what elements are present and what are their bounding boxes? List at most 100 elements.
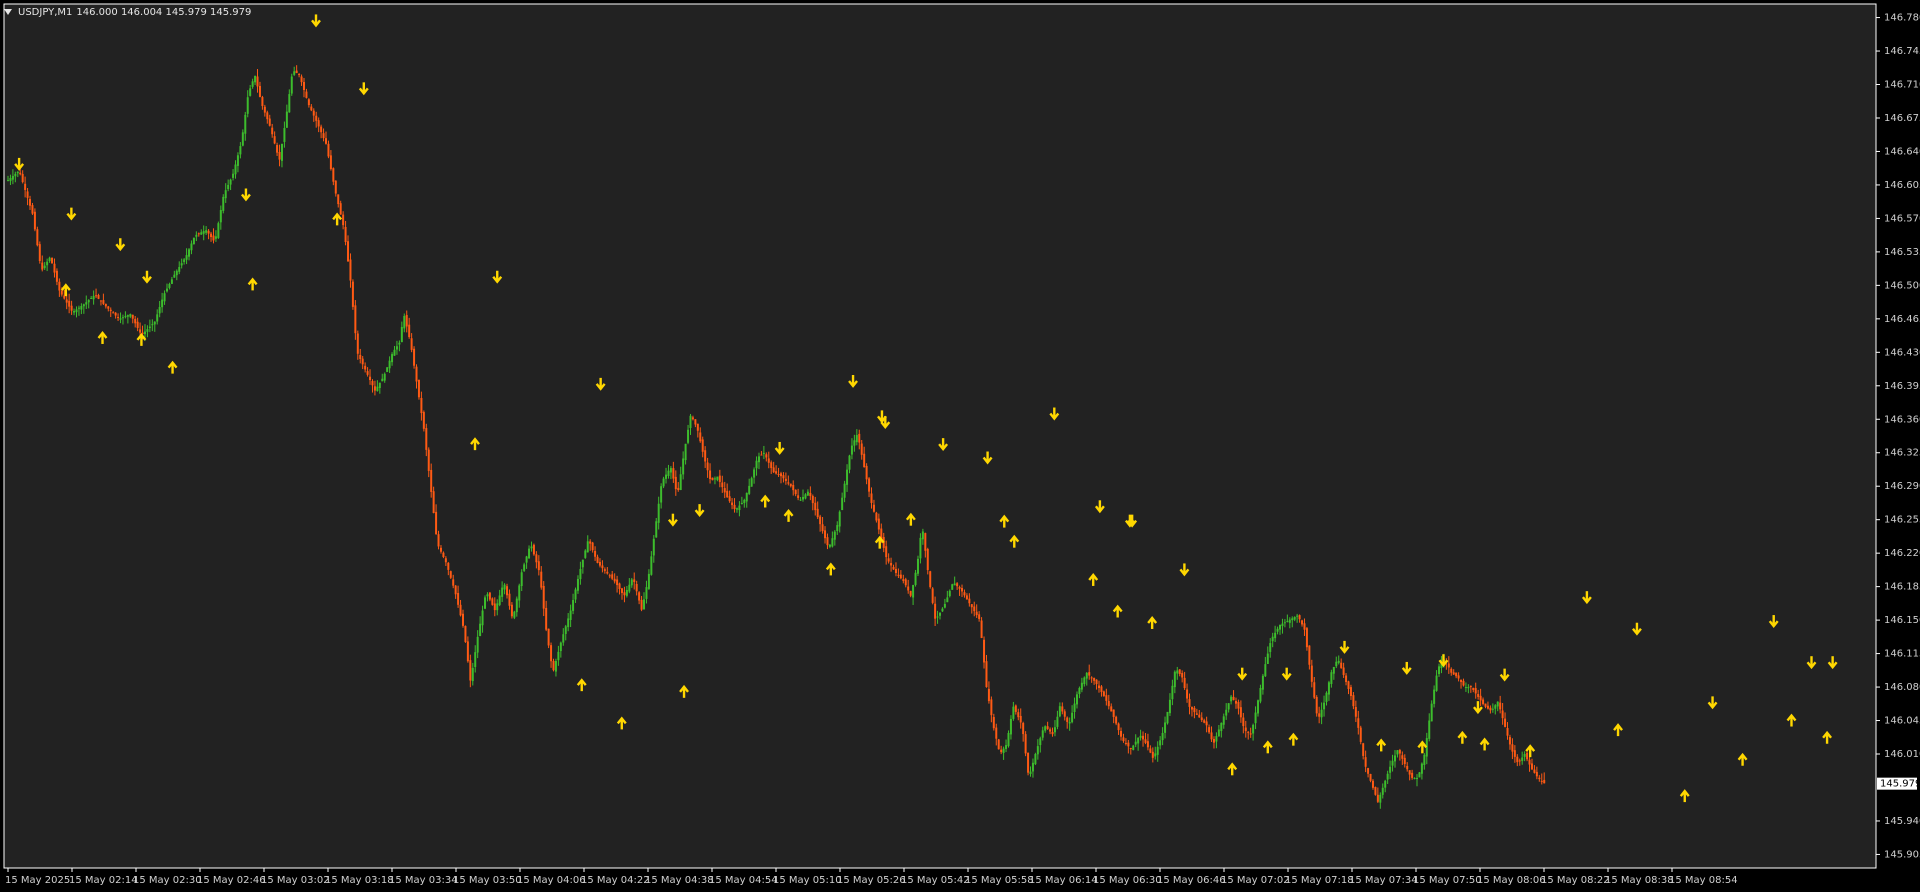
candle-body <box>1293 617 1296 620</box>
candle-body <box>1181 673 1184 678</box>
candle-body <box>1452 672 1455 675</box>
candle-body <box>1528 759 1531 765</box>
candle-body <box>1269 643 1272 652</box>
candle-body <box>229 179 232 185</box>
candle-body <box>794 489 797 495</box>
candle-body <box>699 432 702 442</box>
symbol-info: USDJPY,M1 146.000 146.004 145.979 145.97… <box>4 5 251 19</box>
candle-body <box>381 378 384 382</box>
candle-body <box>887 558 890 562</box>
candle-body <box>1413 777 1416 779</box>
candle-body <box>804 494 807 499</box>
candle-body <box>1513 750 1516 757</box>
candle-body <box>1516 756 1519 763</box>
candle-body <box>254 75 257 83</box>
ohlc-values: 146.000 146.004 145.979 145.979 <box>76 6 252 18</box>
candle-body <box>532 544 535 555</box>
candle-body <box>1504 718 1507 727</box>
candle-body <box>890 563 893 566</box>
price-tick-label: 146.710 <box>1884 80 1920 91</box>
candle-body <box>750 478 753 487</box>
candle-body <box>442 552 445 557</box>
candle-body <box>75 309 78 313</box>
candle-body <box>398 342 401 345</box>
candle-body <box>1188 699 1191 707</box>
candle-body <box>623 592 626 596</box>
candle-body <box>1134 741 1137 745</box>
candle-body <box>334 180 337 194</box>
candle-body <box>219 210 222 223</box>
candle-body <box>180 263 183 266</box>
candle-body <box>1193 707 1196 713</box>
candle-body <box>1264 664 1267 677</box>
candle-body <box>596 556 599 563</box>
price-tick-label: 146.745 <box>1884 46 1920 57</box>
candle-body <box>616 579 619 586</box>
price-tick-label: 146.640 <box>1884 146 1920 157</box>
candle-body <box>912 585 915 598</box>
candle-body <box>263 106 266 113</box>
chart-window[interactable]: 146.780 146.745 146.710 146.675 146.640 146.6… <box>0 0 1920 892</box>
candle-body <box>677 487 680 491</box>
candle-body <box>802 496 805 500</box>
candle-body <box>1530 763 1533 770</box>
candle-body <box>437 534 440 547</box>
candle-body <box>650 556 653 575</box>
candle-body <box>38 244 41 261</box>
candle-body <box>518 585 521 601</box>
candle-body <box>620 588 623 593</box>
candle-body <box>831 538 834 547</box>
candle-body <box>148 326 151 328</box>
candle-body <box>547 628 550 646</box>
candle-body <box>1161 732 1164 741</box>
candle-body <box>1428 720 1431 739</box>
candle-body <box>410 338 413 350</box>
candle-body <box>117 317 120 319</box>
candle-body <box>1533 769 1536 773</box>
candle-body <box>1088 672 1091 676</box>
candle-body <box>1455 672 1458 677</box>
candle-body <box>838 511 841 527</box>
price-axis[interactable]: 146.780 146.745 146.710 146.675 146.640 146.6… <box>1876 13 1920 861</box>
candle-body <box>1288 619 1291 623</box>
candle-body <box>496 603 499 611</box>
dropdown-triangle-icon[interactable] <box>4 9 12 15</box>
candle-body <box>1283 622 1286 624</box>
candle-body <box>775 471 778 474</box>
candle-body <box>779 473 782 477</box>
candle-body <box>1144 739 1147 743</box>
time-axis[interactable]: 15 May 202515 May 02:1415 May 02:3015 Ma… <box>5 868 1738 886</box>
candle-body <box>268 118 271 126</box>
price-tick-label: 146.290 <box>1884 481 1920 492</box>
candle-body <box>938 612 941 616</box>
candle-body <box>1105 695 1108 701</box>
candle-body <box>378 382 381 389</box>
candle-body <box>185 255 188 260</box>
time-tick-label: 15 May 08:54 <box>1669 875 1738 886</box>
candle-body <box>792 484 795 491</box>
time-tick-label: 15 May 07:18 <box>1285 875 1354 886</box>
candle-body <box>344 226 347 243</box>
time-tick-label: 15 May 05:42 <box>901 875 970 886</box>
candle-body <box>1173 671 1176 688</box>
candle-body <box>647 573 650 589</box>
candle-body <box>386 367 389 372</box>
candle-body <box>168 283 171 288</box>
candle-body <box>1254 712 1257 724</box>
candle-body <box>797 495 800 499</box>
candle-body <box>491 598 494 605</box>
candle-body <box>985 661 988 688</box>
candle-body <box>7 180 9 182</box>
candle-body <box>929 571 932 588</box>
candle-body <box>224 190 227 199</box>
candle-body <box>112 312 115 314</box>
candle-body <box>1171 685 1174 700</box>
price-chart[interactable]: 146.780 146.745 146.710 146.675 146.640 146.6… <box>0 0 1920 892</box>
price-tick-label: 145.940 <box>1884 816 1920 827</box>
price-tick-label: 146.080 <box>1884 682 1920 693</box>
time-tick-label: 15 May 03:18 <box>325 875 394 886</box>
time-tick-label: 15 May 04:06 <box>517 875 586 886</box>
candle-body <box>307 99 310 106</box>
candle-body <box>26 191 29 198</box>
candle-body <box>400 326 403 343</box>
